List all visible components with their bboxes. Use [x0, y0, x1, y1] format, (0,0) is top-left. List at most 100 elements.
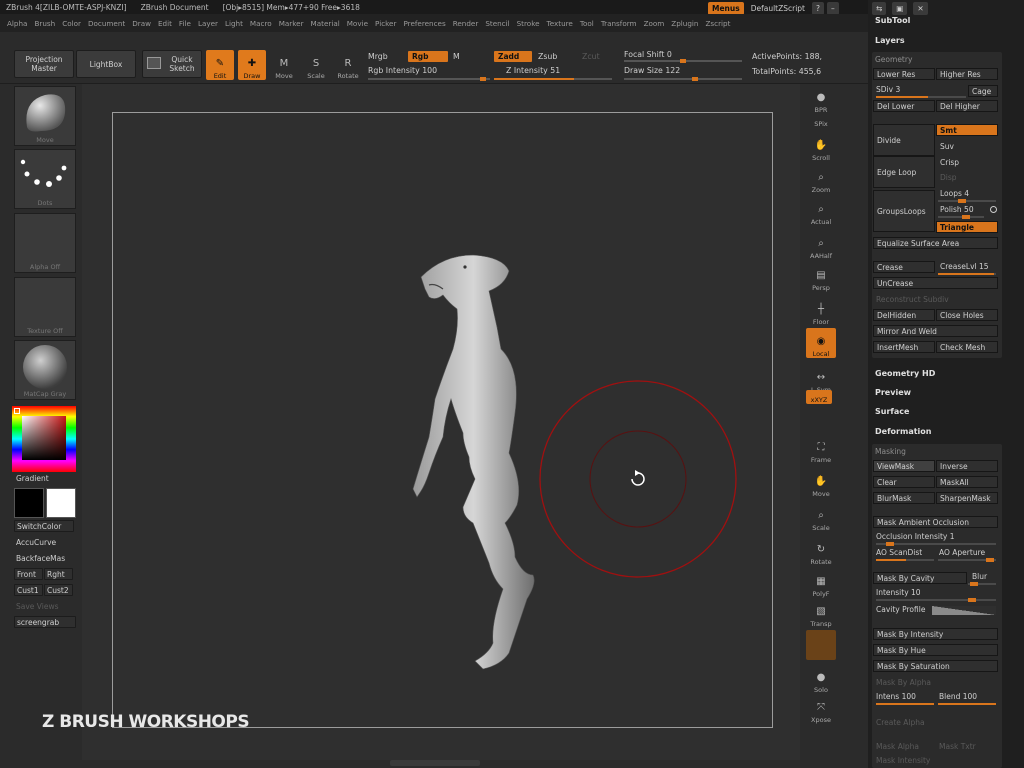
divide-button[interactable]: Divide [873, 124, 935, 156]
close-holes-button[interactable]: Close Holes [936, 309, 998, 321]
edge-loop-button[interactable]: Edge Loop [873, 156, 935, 188]
focal-shift-slider[interactable] [624, 59, 742, 63]
menu-alpha[interactable]: Alpha [7, 19, 27, 28]
ao-aperture-track[interactable] [938, 558, 996, 562]
subtool-header[interactable]: SubTool [875, 16, 910, 25]
intens-slider[interactable]: Intens 100 [876, 692, 916, 701]
right-tool-scroll-button[interactable]: ✋ Scroll [806, 132, 836, 163]
cavity-blur-track[interactable] [968, 582, 996, 586]
menu-brush[interactable]: Brush [34, 19, 55, 28]
geometry-hd-header[interactable]: Geometry HD [875, 369, 935, 378]
mirror-and-weld-button[interactable]: Mirror And Weld [873, 325, 998, 337]
mask-by-saturation-button[interactable]: Mask By Saturation [873, 660, 998, 672]
zadd-button[interactable]: Zadd [494, 51, 532, 62]
menu-edit[interactable]: Edit [158, 19, 172, 28]
right-tool-spix-button[interactable]: SPix [806, 114, 836, 128]
zsub-button[interactable]: Zsub [538, 52, 557, 61]
menu-macro[interactable]: Macro [250, 19, 272, 28]
menu-color[interactable]: Color [62, 19, 81, 28]
crisp-toggle[interactable]: Crisp [940, 158, 959, 167]
mask-by-cavity-button[interactable]: Mask By Cavity [873, 572, 967, 584]
menu-light[interactable]: Light [225, 19, 243, 28]
rgb-button[interactable]: Rgb [408, 51, 448, 62]
suv-toggle[interactable]: Suv [940, 142, 954, 151]
m-button[interactable]: M [453, 52, 460, 61]
creaselvl-slider[interactable]: CreaseLvl 15 [940, 262, 989, 271]
alpha-thumbnail[interactable]: Alpha Off [14, 213, 76, 273]
viewmask-toggle[interactable]: ViewMask [873, 460, 935, 472]
right-tool-bpr-button[interactable]: ● BPR [806, 84, 836, 115]
tool-draw-button[interactable]: ✚ Draw [238, 50, 266, 80]
z-intensity-label[interactable]: Z Intensity 51 [506, 66, 560, 75]
crease-button[interactable]: Crease [873, 261, 935, 273]
occlusion-intensity-track[interactable] [876, 542, 996, 546]
mask-by-hue-button[interactable]: Mask By Hue [873, 644, 998, 656]
rgb-intensity-slider[interactable] [368, 77, 490, 81]
zcut-button[interactable]: Zcut [582, 52, 600, 61]
geometry-header[interactable]: Geometry [875, 55, 912, 64]
menu-movie[interactable]: Movie [347, 19, 368, 28]
ao-scandist-track[interactable] [876, 559, 934, 561]
cavity-intensity-track[interactable] [876, 598, 996, 602]
creaselvl-slider-track[interactable] [938, 273, 996, 275]
lower-res-button[interactable]: Lower Res [873, 68, 935, 80]
cavity-profile-graph[interactable] [932, 606, 996, 615]
right-tool-actual-button[interactable]: ⌕ Actual [806, 196, 836, 227]
sdiv-slider-track[interactable] [876, 96, 966, 98]
cage-button[interactable]: Cage [968, 85, 998, 97]
disp-toggle[interactable]: Disp [940, 173, 957, 182]
blend-slider[interactable]: Blend 100 [939, 692, 977, 701]
menu-zoom[interactable]: Zoom [644, 19, 665, 28]
menu-material[interactable]: Material [311, 19, 340, 28]
occlusion-intensity-slider[interactable]: Occlusion Intensity 1 [876, 532, 955, 541]
right-tool-floor-button[interactable]: ┼ Floor [806, 296, 836, 327]
surface-header[interactable]: Surface [875, 407, 909, 416]
projection-master-button[interactable]: Projection Master [14, 50, 74, 78]
screengrab-button[interactable]: screengrab [14, 616, 76, 628]
draw-size-slider[interactable] [624, 77, 742, 81]
switchcolor-button[interactable]: SwitchColor [14, 520, 74, 532]
z-intensity-slider[interactable] [494, 78, 612, 80]
inverse-button[interactable]: Inverse [936, 460, 998, 472]
palette-arrow-icon[interactable]: ⇆ [872, 2, 887, 15]
uncrease-button[interactable]: UnCrease [873, 277, 998, 289]
accucurve-button[interactable]: AccuCurve [16, 538, 56, 547]
triangle-toggle[interactable]: Triangle [936, 221, 998, 233]
polish-circle-icon[interactable] [990, 206, 997, 213]
menu-stencil[interactable]: Stencil [485, 19, 509, 28]
menu-marker[interactable]: Marker [279, 19, 304, 28]
mask-by-alpha-button[interactable]: Mask By Alpha [876, 678, 931, 687]
higher-res-button[interactable]: Higher Res [936, 68, 998, 80]
rgb-intensity-label[interactable]: Rgb Intensity 100 [368, 66, 437, 75]
mask-alpha-button[interactable]: Mask Alpha [876, 742, 919, 751]
quick-sketch-button[interactable]: Quick Sketch [142, 50, 202, 78]
menu-layer[interactable]: Layer [198, 19, 218, 28]
del-higher-button[interactable]: Del Higher [936, 100, 998, 112]
maskall-button[interactable]: MaskAll [936, 476, 998, 488]
default-zscript-button[interactable]: DefaultZScript [747, 2, 809, 15]
color-picker[interactable] [12, 406, 76, 472]
menu-transform[interactable]: Transform [601, 19, 637, 28]
front-view-button[interactable]: Front [14, 568, 43, 580]
ao-scandist-slider[interactable]: AO ScanDist [876, 548, 922, 557]
preview-header[interactable]: Preview [875, 388, 911, 397]
tool-scale-button[interactable]: S Scale [302, 50, 330, 81]
cust2-view-button[interactable]: Cust2 [44, 584, 73, 596]
right-tool-aahalf-button[interactable]: ⌕ AAHalf [806, 230, 836, 261]
cavity-profile-curve[interactable]: Cavity Profile [876, 605, 925, 614]
clear-mask-button[interactable]: Clear [873, 476, 935, 488]
tool-edit-button[interactable]: ✎ Edit [206, 50, 234, 80]
right-tool-xpose-button[interactable]: ⤧ Xpose [806, 694, 836, 725]
sharpenmask-button[interactable]: SharpenMask [936, 492, 998, 504]
mrgb-label[interactable]: Mrgb [368, 52, 388, 61]
right-tool-scale-button[interactable]: ⌕ Scale [806, 502, 836, 533]
menu-zplugin[interactable]: Zplugin [671, 19, 698, 28]
stroke-thumbnail[interactable]: Dots [14, 149, 76, 209]
gradient-label[interactable]: Gradient [16, 474, 49, 483]
menu-zscript[interactable]: Zscript [705, 19, 730, 28]
menu-file[interactable]: File [179, 19, 191, 28]
menu-picker[interactable]: Picker [375, 19, 396, 28]
brush-thumbnail[interactable]: Move [14, 86, 76, 146]
right-tool-local-button[interactable]: ◉ Local [806, 328, 836, 358]
loops-slider[interactable]: Loops 4 [940, 189, 969, 198]
